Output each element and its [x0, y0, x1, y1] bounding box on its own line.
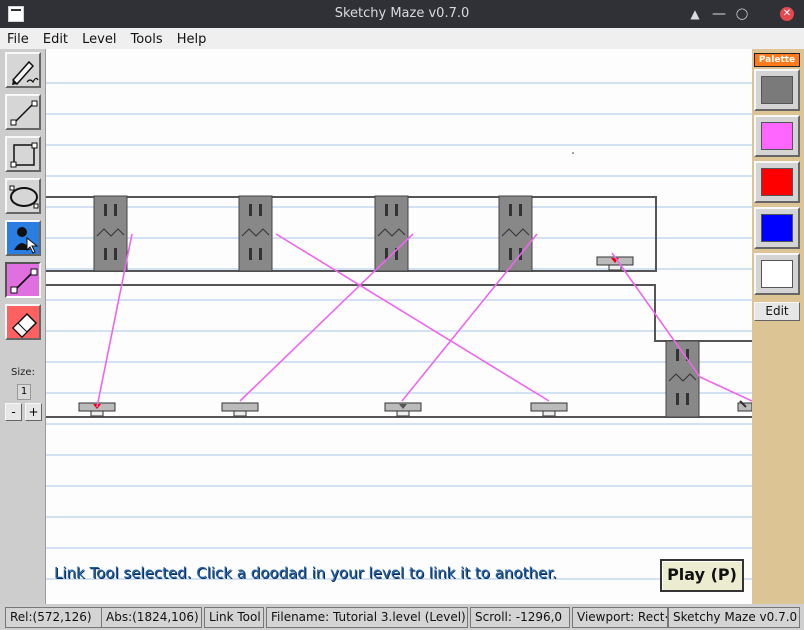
- ink-dot: [572, 152, 574, 154]
- floor-button: [221, 402, 259, 417]
- swatch-water[interactable]: [754, 207, 800, 249]
- link-icon: [10, 268, 38, 294]
- size-label: Size:: [11, 367, 35, 378]
- pencil-tool-button[interactable]: [5, 52, 41, 88]
- floor-button: [737, 400, 752, 412]
- title-bar: Sketchy Maze v0.7.0 ▲ — ◯ ✕: [0, 0, 804, 28]
- status-abs-coords: Abs:(1824,106): [101, 607, 202, 628]
- level-drawing: [46, 82, 752, 580]
- floor-button: [530, 402, 568, 417]
- swatch-color: [761, 168, 793, 196]
- minimize-icon[interactable]: —: [712, 7, 726, 21]
- close-icon[interactable]: ✕: [780, 7, 794, 21]
- menu-file[interactable]: File: [0, 29, 29, 47]
- size-increase-button[interactable]: +: [25, 403, 42, 421]
- menu-help[interactable]: Help: [170, 29, 207, 47]
- menu-edit[interactable]: Edit: [36, 29, 68, 47]
- window-title: Sketchy Maze v0.7.0: [334, 6, 470, 21]
- electric-door: [374, 195, 409, 272]
- palette-panel: Palette Edit: [752, 49, 804, 604]
- swatch-color: [761, 76, 793, 104]
- menu-tools[interactable]: Tools: [124, 29, 163, 47]
- status-scroll: Scroll: -1296,0: [470, 607, 570, 628]
- swatch-solid[interactable]: [754, 69, 800, 111]
- status-bar: Rel:(572,126) Abs:(1824,106) Link Tool F…: [0, 604, 804, 630]
- electric-door: [238, 195, 273, 272]
- play-button[interactable]: Play (P): [660, 559, 744, 592]
- button-group: [78, 256, 752, 417]
- status-filename: Filename: Tutorial 3.level (Level): [266, 607, 468, 628]
- status-viewport: Viewport: Rect<: [572, 607, 668, 628]
- swatch-fire[interactable]: [754, 161, 800, 203]
- ruled-lines: [46, 82, 752, 580]
- link-tool-button[interactable]: [5, 262, 41, 298]
- tool-sidebar: Size: 1 - +: [0, 49, 46, 604]
- flash-message: Link Tool selected. Click a doodad in yo…: [54, 564, 557, 582]
- actor-tool-button[interactable]: [5, 220, 41, 256]
- floor-button: [596, 256, 634, 271]
- status-app-version: Sketchy Maze v0.7.0: [668, 607, 800, 628]
- swatch-color: [761, 260, 793, 288]
- maximize-icon[interactable]: ◯: [735, 7, 749, 21]
- line-icon: [10, 100, 38, 126]
- swatch-eraser[interactable]: [754, 253, 800, 295]
- link-lines: [96, 233, 752, 408]
- eraser-tool-button[interactable]: [5, 304, 41, 340]
- floor-button: [384, 402, 422, 417]
- shade-icon[interactable]: ▲: [688, 7, 702, 21]
- status-tool: Link Tool: [204, 607, 264, 628]
- electric-door: [93, 195, 128, 272]
- line-tool-button[interactable]: [5, 94, 41, 130]
- size-decrease-button[interactable]: -: [5, 403, 22, 421]
- ellipse-tool-button[interactable]: [5, 178, 41, 214]
- ellipse-icon: [9, 185, 39, 209]
- palette-edit-button[interactable]: Edit: [754, 302, 800, 321]
- pencil-icon: [11, 60, 39, 86]
- swatch-color: [761, 122, 793, 150]
- rectangle-tool-button[interactable]: [5, 136, 41, 172]
- swatch-decoration[interactable]: [754, 115, 800, 157]
- status-rel-coords: Rel:(572,126): [5, 607, 102, 628]
- rectangle-icon: [10, 142, 38, 168]
- menu-level[interactable]: Level: [75, 29, 116, 47]
- door-group: [93, 195, 700, 418]
- level-canvas[interactable]: Link Tool selected. Click a doodad in yo…: [46, 49, 752, 604]
- palette-header: Palette: [754, 53, 800, 67]
- eraser-icon: [11, 312, 38, 338]
- actor-icon: [14, 227, 39, 254]
- menu-bar: File Edit Level Tools Help: [0, 28, 804, 49]
- swatch-color: [761, 214, 793, 242]
- brush-size-value: 1: [17, 384, 31, 400]
